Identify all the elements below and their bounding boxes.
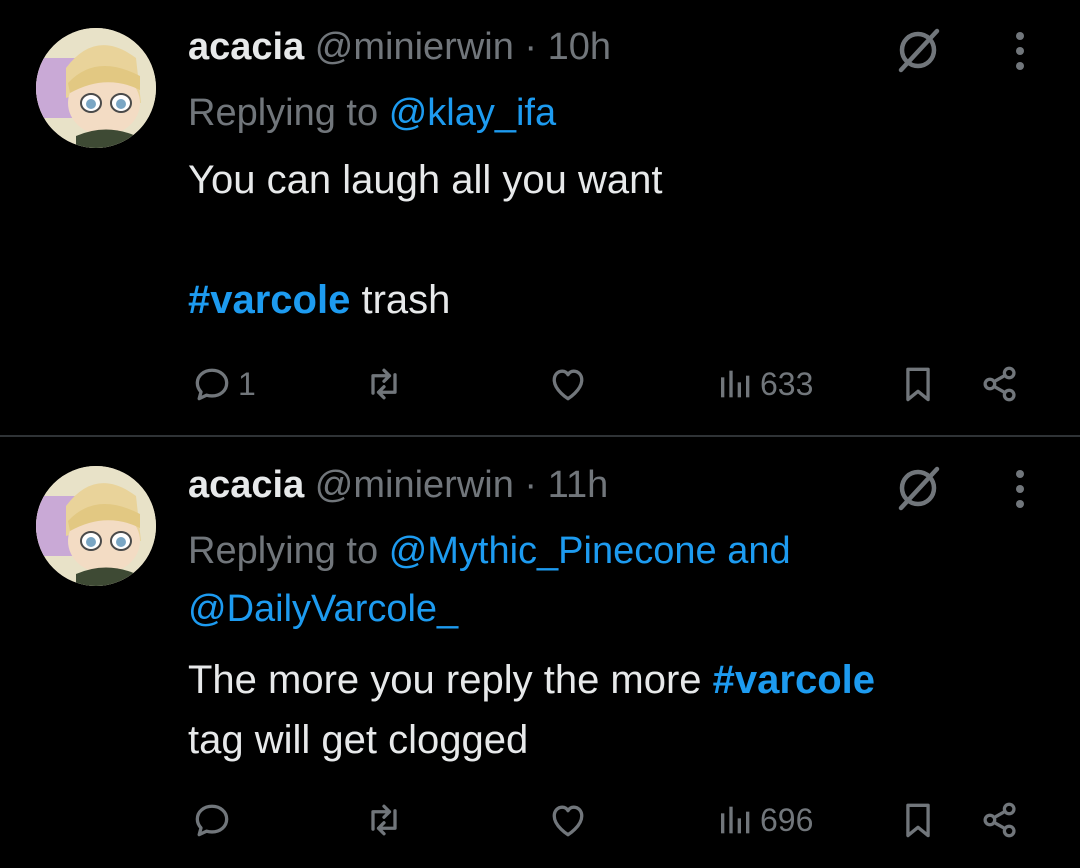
views-button[interactable]: 633	[716, 362, 813, 406]
more-icon[interactable]	[1008, 30, 1032, 72]
replying-to: Replying to @Mythic_Pinecone and @DailyV…	[188, 522, 1048, 638]
bookmark-icon	[906, 803, 930, 838]
grok-icon[interactable]	[890, 26, 946, 74]
retweet-button[interactable]	[362, 362, 410, 406]
replying-prefix: Replying to	[188, 92, 379, 134]
mention-link[interactable]: @Mythic_Pinecone	[389, 530, 717, 572]
retweet-icon	[371, 368, 397, 400]
view-count: 696	[760, 801, 814, 838]
tweet-divider	[0, 435, 1080, 437]
share-button[interactable]	[978, 362, 1022, 406]
tweet[interactable]: acacia @minierwin · 11h Replying to @Myt…	[0, 438, 1080, 868]
tweet[interactable]: acacia @minierwin · 10h Replying to @kla…	[0, 0, 1080, 436]
share-icon	[983, 366, 1016, 402]
avatar[interactable]	[36, 466, 156, 586]
display-name[interactable]: acacia	[188, 26, 304, 68]
tweet-text: The more you reply the more #varcole tag…	[188, 650, 1048, 770]
like-button[interactable]	[546, 362, 594, 406]
tweet-text-line: You can laugh all you want	[188, 158, 663, 202]
bookmark-icon	[906, 367, 930, 402]
mention-link[interactable]: @klay_ifa	[389, 92, 556, 134]
reply-count: 1	[238, 365, 256, 402]
bookmark-button[interactable]	[896, 798, 940, 842]
mention-joiner: and	[727, 530, 791, 572]
tweet-text-fragment: tag will get clogged	[188, 718, 529, 762]
handle[interactable]: @minierwin	[315, 464, 514, 506]
avatar-image	[36, 28, 156, 148]
share-button[interactable]	[978, 798, 1022, 842]
grok-icon[interactable]	[890, 464, 946, 512]
tweet-text-fragment: The more you reply the more	[188, 658, 713, 702]
timestamp[interactable]: 11h	[548, 464, 609, 506]
reply-button[interactable]: 1	[190, 362, 256, 406]
separator-dot: ·	[524, 26, 538, 68]
retweet-button[interactable]	[362, 798, 410, 842]
more-icon[interactable]	[1008, 468, 1032, 510]
like-icon	[552, 805, 584, 837]
reply-icon	[195, 804, 229, 837]
share-icon	[983, 802, 1016, 838]
view-count: 633	[760, 365, 814, 402]
handle[interactable]: @minierwin	[315, 26, 514, 68]
retweet-icon	[371, 804, 397, 836]
reply-button[interactable]	[190, 798, 238, 842]
mention-link[interactable]: @DailyVarcole_	[188, 588, 458, 630]
timestamp[interactable]: 10h	[548, 26, 611, 68]
like-button[interactable]	[546, 798, 594, 842]
separator-dot: ·	[524, 464, 538, 506]
tweet-header: acacia @minierwin · 11h	[188, 460, 608, 510]
views-icon	[721, 370, 750, 398]
tweet-text-fragment: trash	[350, 278, 451, 322]
like-icon	[552, 369, 584, 401]
avatar[interactable]	[36, 28, 156, 148]
bookmark-button[interactable]	[896, 362, 940, 406]
avatar-image	[36, 466, 156, 586]
views-button[interactable]: 696	[716, 798, 813, 842]
tweet-header: acacia @minierwin · 10h	[188, 22, 611, 72]
tweet-text: You can laugh all you want #varcole tras…	[188, 150, 1048, 330]
display-name[interactable]: acacia	[188, 464, 304, 506]
hashtag-link[interactable]: #varcole	[713, 658, 875, 702]
replying-prefix: Replying to	[188, 530, 379, 572]
hashtag-link[interactable]: #varcole	[188, 278, 350, 322]
reply-icon	[195, 368, 229, 401]
views-icon	[721, 806, 750, 834]
replying-to: Replying to @klay_ifa	[188, 84, 1048, 142]
